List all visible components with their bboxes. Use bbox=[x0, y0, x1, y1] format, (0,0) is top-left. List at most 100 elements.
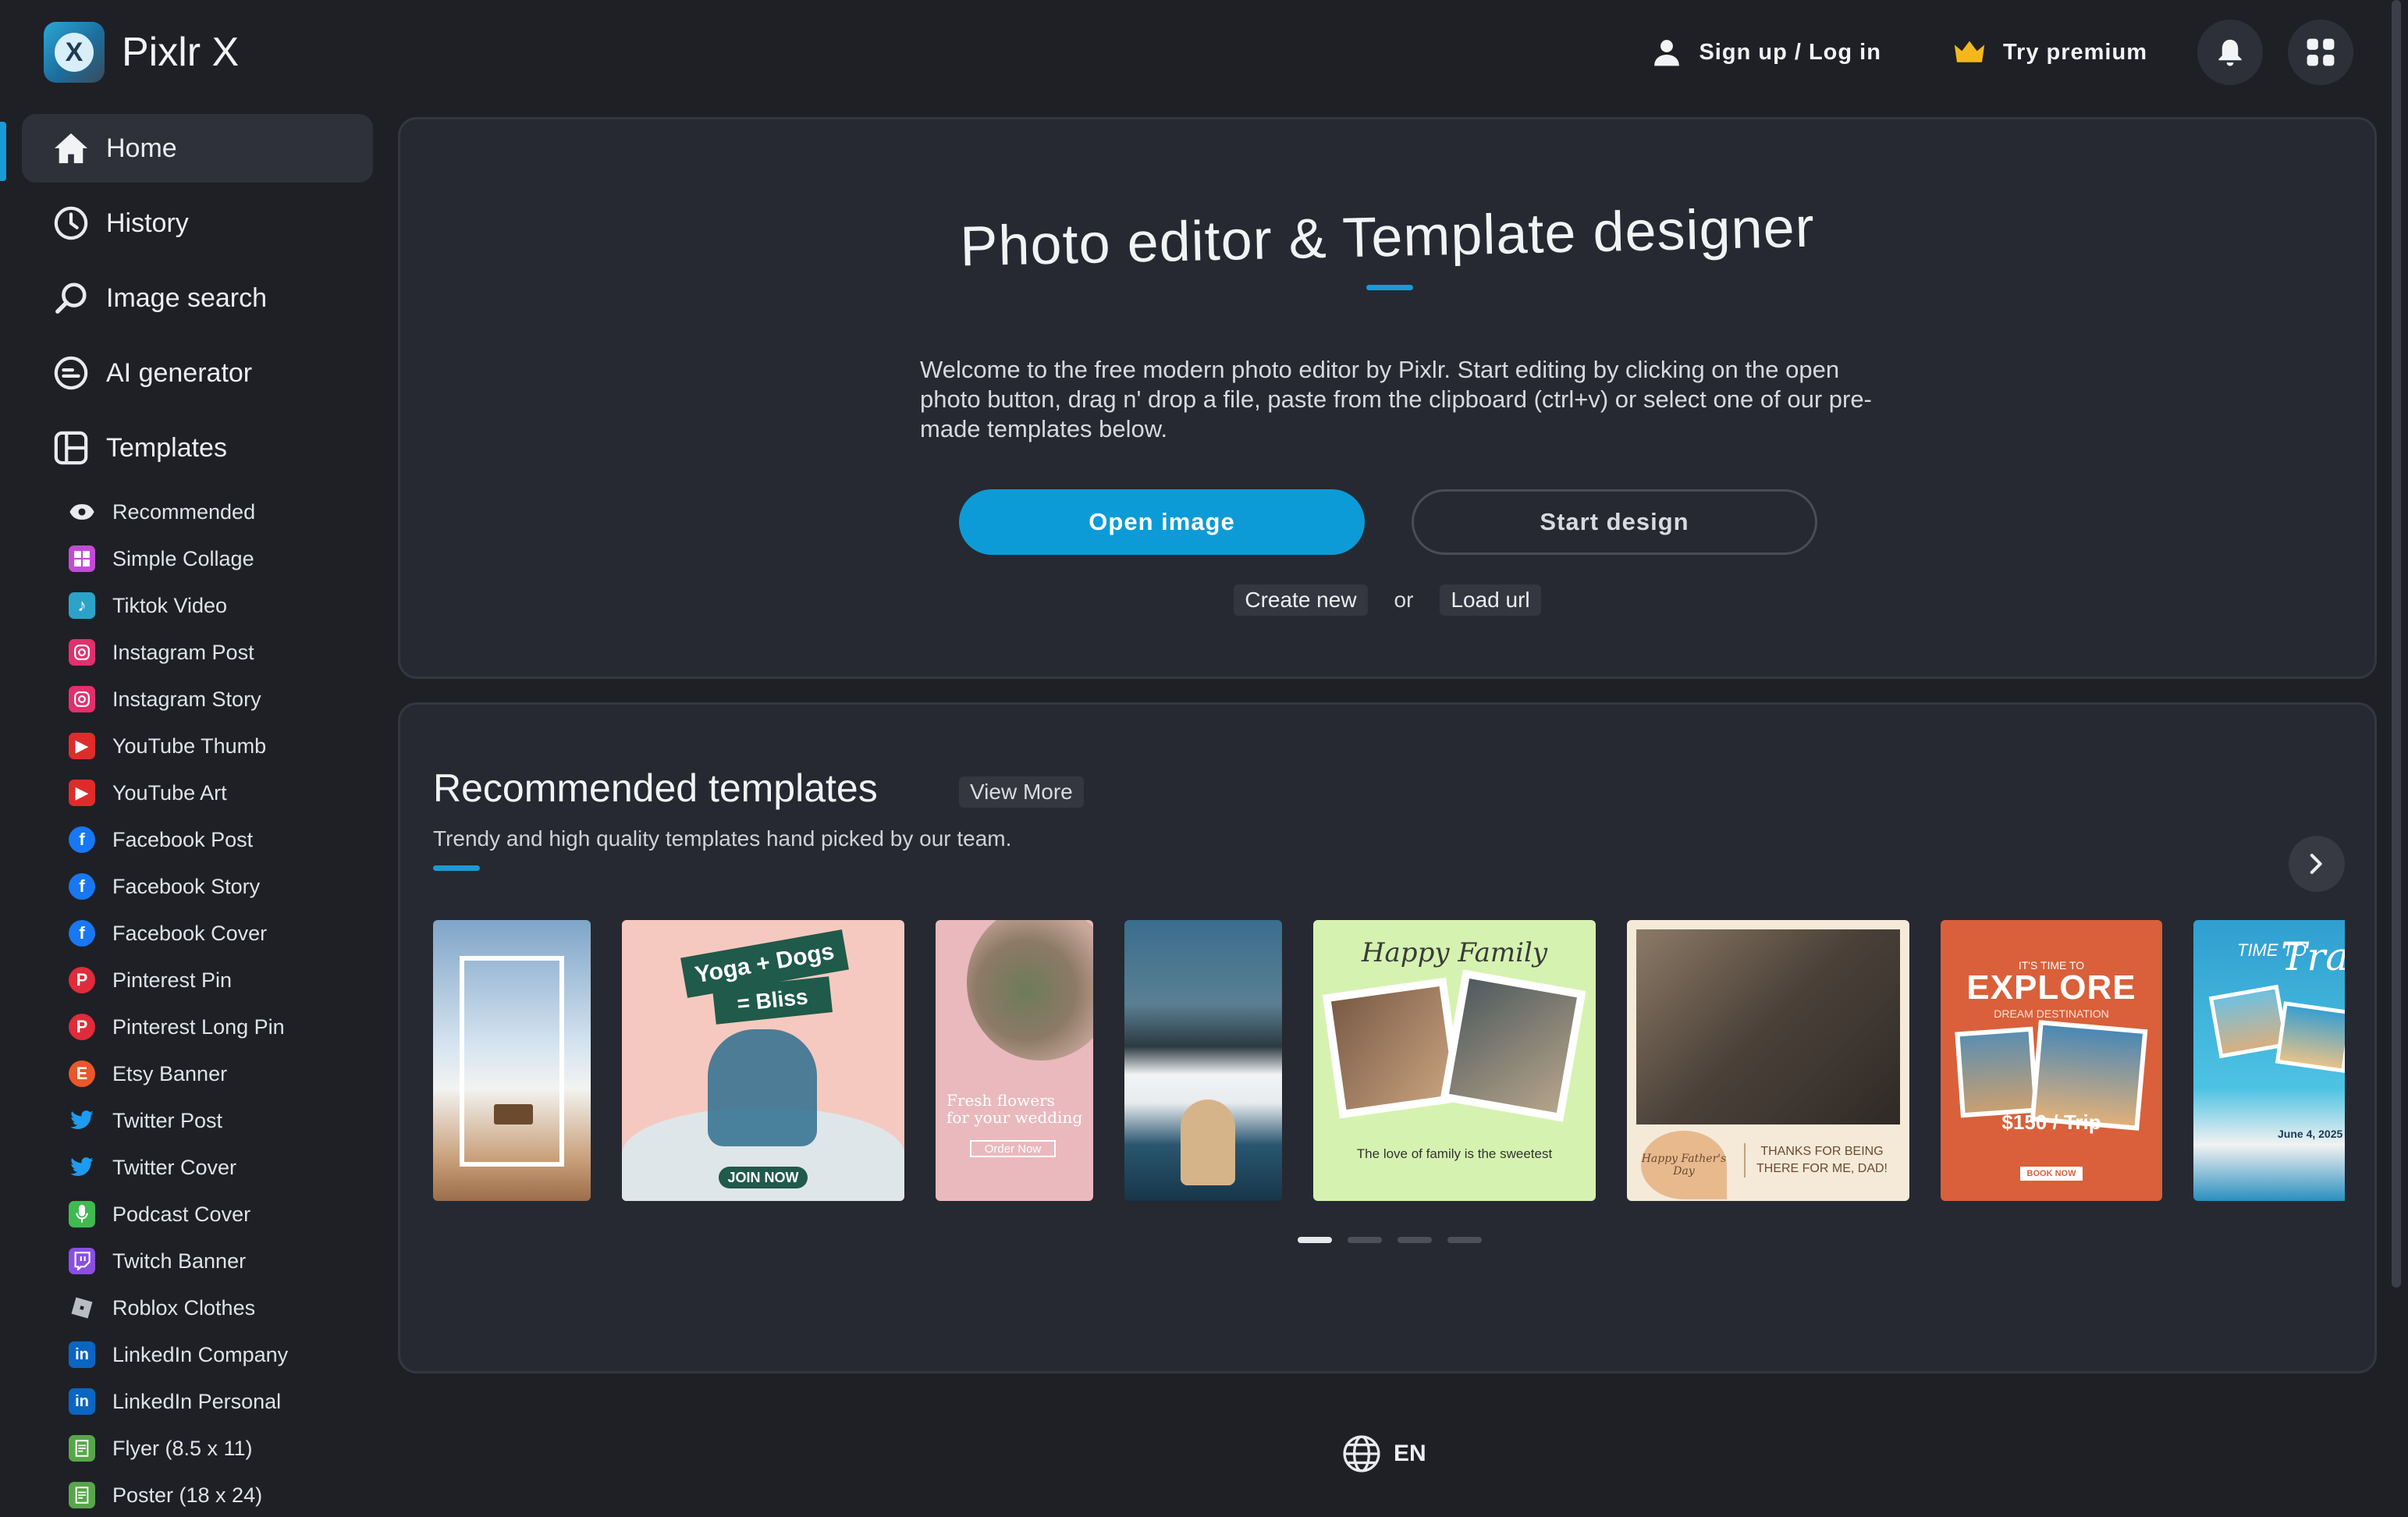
sidebar-item-youtube-thumb[interactable]: ▶ YouTube Thumb bbox=[0, 723, 382, 769]
card-headline: EXPLORE bbox=[1966, 968, 2136, 1007]
etsy-icon: E bbox=[69, 1060, 95, 1087]
youtube-icon: ▶ bbox=[69, 780, 95, 806]
try-premium-button[interactable]: Try premium bbox=[1953, 40, 2147, 66]
search-icon bbox=[55, 282, 87, 314]
card-cta: JOIN NOW bbox=[719, 1167, 808, 1188]
language-label: EN bbox=[1394, 1441, 1426, 1466]
sidebar-item-label: Image search bbox=[106, 282, 267, 313]
sidebar-item-label: Twitter Cover bbox=[112, 1155, 237, 1179]
sidebar-item-linkedin-personal[interactable]: in LinkedIn Personal bbox=[0, 1378, 382, 1425]
sidebar-item-label: Roblox Clothes bbox=[112, 1295, 256, 1320]
card-caption: The love of family is the sweetest bbox=[1356, 1146, 1553, 1161]
header-actions: Sign up / Log in Try premium bbox=[1652, 17, 2353, 87]
start-design-button[interactable]: Start design bbox=[1412, 489, 1817, 555]
sidebar-item-youtube-art[interactable]: ▶ YouTube Art bbox=[0, 769, 382, 816]
pagination-dot[interactable] bbox=[1447, 1237, 1482, 1243]
sidebar-item-etsy-banner[interactable]: E Etsy Banner bbox=[0, 1050, 382, 1097]
eye-icon bbox=[69, 499, 95, 525]
sidebar-item-label: Instagram Story bbox=[112, 687, 261, 711]
template-card[interactable] bbox=[433, 920, 591, 1201]
crown-icon bbox=[1954, 41, 1985, 62]
template-card[interactable]: Happy Father's Day THANKS FOR BEING THER… bbox=[1627, 920, 1909, 1201]
sidebar-item-label: Recommended bbox=[112, 499, 256, 524]
sidebar-item-instagram-post[interactable]: Instagram Post bbox=[0, 629, 382, 676]
create-new-link[interactable]: Create new bbox=[1234, 584, 1368, 616]
chevron-right-icon bbox=[2310, 854, 2322, 874]
frame-outline bbox=[460, 956, 564, 1167]
sidebar-item-tiktok-video[interactable]: ♪ Tiktok Video bbox=[0, 582, 382, 629]
template-card[interactable]: IT'S TIME TO EXPLORE DREAM DESTINATION $… bbox=[1941, 920, 2162, 1201]
sidebar-item-facebook-cover[interactable]: f Facebook Cover bbox=[0, 910, 382, 957]
sidebar-item-label: Pinterest Long Pin bbox=[112, 1014, 285, 1039]
sidebar-item-label: Twitch Banner bbox=[112, 1249, 247, 1273]
sidebar-item-label: YouTube Thumb bbox=[112, 734, 267, 758]
app-logo[interactable]: X Pixlr X bbox=[44, 22, 239, 83]
page-scrollbar[interactable] bbox=[2389, 0, 2403, 1295]
sidebar-item-label: Twitter Post bbox=[112, 1108, 223, 1132]
clock-icon bbox=[54, 206, 88, 240]
sidebar-item-roblox-clothes[interactable]: Roblox Clothes bbox=[0, 1284, 382, 1331]
sidebar-item-label: Pinterest Pin bbox=[112, 968, 233, 992]
template-card[interactable]: Fresh flowers for your wedding Order Now bbox=[936, 920, 1093, 1201]
bell-icon bbox=[2218, 39, 2242, 66]
card-subline: DREAM DESTINATION bbox=[1994, 1007, 2109, 1020]
card-text: Fresh flowers for your wedding bbox=[947, 1091, 1083, 1127]
roblox-icon bbox=[69, 1295, 95, 1321]
pixlr-app: X Pixlr X Sign up / Log in Try premium H… bbox=[0, 0, 2408, 1517]
active-indicator bbox=[0, 122, 6, 181]
sidebar-item-simple-collage[interactable]: Simple Collage bbox=[0, 535, 382, 582]
tiktok-icon: ♪ bbox=[69, 592, 95, 619]
sidebar-item-label: Tiktok Video bbox=[112, 593, 228, 617]
scrollbar-thumb[interactable] bbox=[2392, 0, 2401, 1288]
instagram-icon bbox=[69, 686, 95, 712]
sidebar-item-history[interactable]: History bbox=[22, 189, 373, 258]
sidebar-item-flyer[interactable]: Flyer (8.5 x 11) bbox=[0, 1425, 382, 1472]
sidebar-item-label: Facebook Story bbox=[112, 874, 261, 898]
language-selector[interactable]: EN bbox=[1342, 1434, 1426, 1473]
template-card[interactable]: Happy Family The love of family is the s… bbox=[1313, 920, 1596, 1201]
sidebar-item-linkedin-company[interactable]: in LinkedIn Company bbox=[0, 1331, 382, 1378]
signup-label: Sign up / Log in bbox=[1699, 39, 1881, 65]
apps-menu-button[interactable] bbox=[2288, 20, 2353, 85]
pagination-dot[interactable] bbox=[1298, 1237, 1332, 1243]
view-more-link[interactable]: View More bbox=[959, 776, 1084, 808]
template-card[interactable]: Yoga + Dogs = Bliss JOIN NOW bbox=[622, 920, 904, 1201]
figure-shape bbox=[708, 1029, 817, 1146]
sidebar-item-twitter-cover[interactable]: Twitter Cover bbox=[0, 1144, 382, 1191]
notifications-button[interactable] bbox=[2197, 20, 2263, 85]
sidebar-item-facebook-story[interactable]: f Facebook Story bbox=[0, 863, 382, 910]
sidebar-item-poster[interactable]: Poster (18 x 24) bbox=[0, 1472, 382, 1517]
sidebar-item-twitch-banner[interactable]: Twitch Banner bbox=[0, 1238, 382, 1284]
bench-shape bbox=[494, 1104, 533, 1124]
template-card[interactable]: TIME TO Travel June 4, 2025 bbox=[2193, 920, 2345, 1201]
facebook-icon: f bbox=[69, 873, 95, 900]
or-text: or bbox=[1394, 588, 1414, 612]
sidebar-item-image-search[interactable]: Image search bbox=[22, 264, 373, 332]
facebook-icon: f bbox=[69, 826, 95, 853]
template-card[interactable] bbox=[1124, 920, 1282, 1201]
card-headline: Happy Family bbox=[1361, 937, 1548, 968]
user-icon bbox=[1654, 40, 1680, 66]
home-icon bbox=[55, 133, 87, 164]
sidebar-item-ai-generator[interactable]: AI generator bbox=[22, 339, 373, 407]
carousel-next-button[interactable] bbox=[2289, 836, 2345, 892]
sidebar-item-pinterest-long-pin[interactable]: P Pinterest Long Pin bbox=[0, 1004, 382, 1050]
sidebar-item-recommended[interactable]: Recommended bbox=[0, 488, 382, 535]
sidebar-item-home[interactable]: Home bbox=[22, 114, 373, 183]
section-subtitle: Trendy and high quality templates hand p… bbox=[433, 826, 1012, 851]
sidebar-item-podcast-cover[interactable]: Podcast Cover bbox=[0, 1191, 382, 1238]
sidebar-item-instagram-story[interactable]: Instagram Story bbox=[0, 676, 382, 723]
sidebar-item-label: Etsy Banner bbox=[112, 1061, 228, 1085]
sidebar-item-templates[interactable]: Templates bbox=[22, 414, 373, 482]
signup-login-button[interactable]: Sign up / Log in bbox=[1652, 37, 1881, 67]
open-image-button[interactable]: Open image bbox=[959, 489, 1365, 555]
load-url-link[interactable]: Load url bbox=[1440, 584, 1541, 616]
card-date: June 4, 2025 bbox=[2278, 1128, 2343, 1140]
sidebar-item-facebook-post[interactable]: f Facebook Post bbox=[0, 816, 382, 863]
sidebar-item-twitter-post[interactable]: Twitter Post bbox=[0, 1097, 382, 1144]
sidebar-item-label: Facebook Post bbox=[112, 827, 254, 851]
sidebar-item-pinterest-pin[interactable]: P Pinterest Pin bbox=[0, 957, 382, 1004]
hero-panel: Photo editor & Template designer Welcome… bbox=[398, 117, 2377, 679]
pagination-dot[interactable] bbox=[1348, 1237, 1382, 1243]
pagination-dot[interactable] bbox=[1398, 1237, 1432, 1243]
